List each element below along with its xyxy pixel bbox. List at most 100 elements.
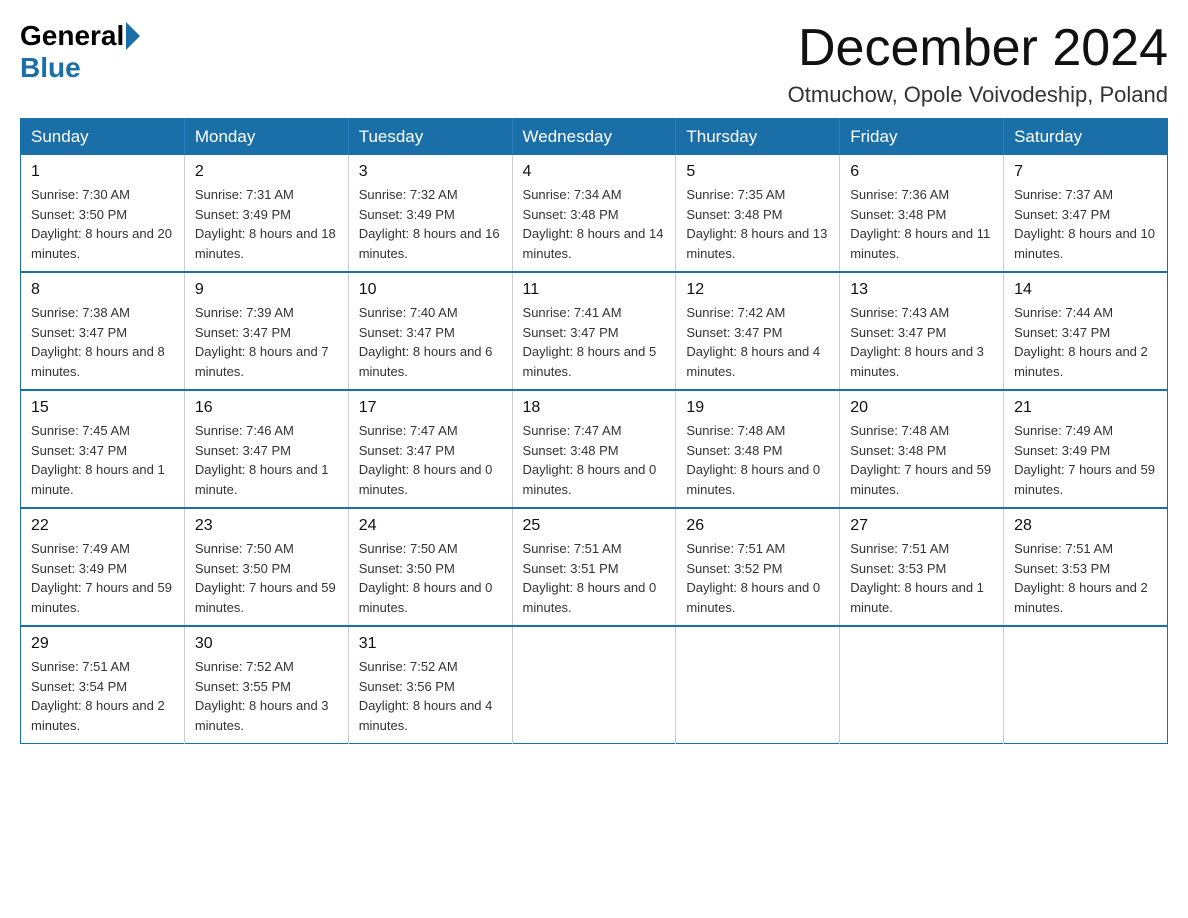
day-number: 20: [850, 399, 993, 417]
calendar-day-cell: 12 Sunrise: 7:42 AM Sunset: 3:47 PM Dayl…: [676, 272, 840, 390]
page-header: General Blue December 2024 Otmuchow, Opo…: [20, 20, 1168, 108]
day-info: Sunrise: 7:38 AM Sunset: 3:47 PM Dayligh…: [31, 303, 174, 381]
calendar-day-cell: 11 Sunrise: 7:41 AM Sunset: 3:47 PM Dayl…: [512, 272, 676, 390]
day-info: Sunrise: 7:42 AM Sunset: 3:47 PM Dayligh…: [686, 303, 829, 381]
day-of-week-header: Sunday: [21, 119, 185, 156]
calendar-header-row: SundayMondayTuesdayWednesdayThursdayFrid…: [21, 119, 1168, 156]
calendar-day-cell: 27 Sunrise: 7:51 AM Sunset: 3:53 PM Dayl…: [840, 508, 1004, 626]
calendar-day-cell: 23 Sunrise: 7:50 AM Sunset: 3:50 PM Dayl…: [184, 508, 348, 626]
day-number: 8: [31, 281, 174, 299]
calendar-day-cell: 19 Sunrise: 7:48 AM Sunset: 3:48 PM Dayl…: [676, 390, 840, 508]
calendar-week-row: 8 Sunrise: 7:38 AM Sunset: 3:47 PM Dayli…: [21, 272, 1168, 390]
day-number: 29: [31, 635, 174, 653]
day-number: 4: [523, 163, 666, 181]
calendar-day-cell: 28 Sunrise: 7:51 AM Sunset: 3:53 PM Dayl…: [1004, 508, 1168, 626]
calendar-day-cell: 10 Sunrise: 7:40 AM Sunset: 3:47 PM Dayl…: [348, 272, 512, 390]
day-info: Sunrise: 7:50 AM Sunset: 3:50 PM Dayligh…: [359, 539, 502, 617]
calendar-day-cell: 3 Sunrise: 7:32 AM Sunset: 3:49 PM Dayli…: [348, 155, 512, 272]
day-number: 18: [523, 399, 666, 417]
day-info: Sunrise: 7:37 AM Sunset: 3:47 PM Dayligh…: [1014, 185, 1157, 263]
day-of-week-header: Tuesday: [348, 119, 512, 156]
calendar-day-cell: 1 Sunrise: 7:30 AM Sunset: 3:50 PM Dayli…: [21, 155, 185, 272]
day-number: 13: [850, 281, 993, 299]
day-number: 27: [850, 517, 993, 535]
day-info: Sunrise: 7:45 AM Sunset: 3:47 PM Dayligh…: [31, 421, 174, 499]
logo: General Blue: [20, 20, 142, 84]
day-number: 1: [31, 163, 174, 181]
day-info: Sunrise: 7:51 AM Sunset: 3:51 PM Dayligh…: [523, 539, 666, 617]
day-number: 7: [1014, 163, 1157, 181]
day-of-week-header: Wednesday: [512, 119, 676, 156]
calendar-day-cell: [512, 626, 676, 744]
calendar-day-cell: 4 Sunrise: 7:34 AM Sunset: 3:48 PM Dayli…: [512, 155, 676, 272]
day-of-week-header: Saturday: [1004, 119, 1168, 156]
calendar-day-cell: 7 Sunrise: 7:37 AM Sunset: 3:47 PM Dayli…: [1004, 155, 1168, 272]
day-number: 5: [686, 163, 829, 181]
day-info: Sunrise: 7:31 AM Sunset: 3:49 PM Dayligh…: [195, 185, 338, 263]
calendar-day-cell: 13 Sunrise: 7:43 AM Sunset: 3:47 PM Dayl…: [840, 272, 1004, 390]
day-info: Sunrise: 7:44 AM Sunset: 3:47 PM Dayligh…: [1014, 303, 1157, 381]
day-info: Sunrise: 7:49 AM Sunset: 3:49 PM Dayligh…: [31, 539, 174, 617]
day-info: Sunrise: 7:39 AM Sunset: 3:47 PM Dayligh…: [195, 303, 338, 381]
day-number: 6: [850, 163, 993, 181]
day-info: Sunrise: 7:50 AM Sunset: 3:50 PM Dayligh…: [195, 539, 338, 617]
calendar-day-cell: 5 Sunrise: 7:35 AM Sunset: 3:48 PM Dayli…: [676, 155, 840, 272]
day-info: Sunrise: 7:47 AM Sunset: 3:48 PM Dayligh…: [523, 421, 666, 499]
day-number: 17: [359, 399, 502, 417]
calendar-day-cell: 6 Sunrise: 7:36 AM Sunset: 3:48 PM Dayli…: [840, 155, 1004, 272]
logo-general-text: General: [20, 20, 124, 52]
day-number: 21: [1014, 399, 1157, 417]
calendar-day-cell: 21 Sunrise: 7:49 AM Sunset: 3:49 PM Dayl…: [1004, 390, 1168, 508]
calendar-week-row: 15 Sunrise: 7:45 AM Sunset: 3:47 PM Dayl…: [21, 390, 1168, 508]
day-info: Sunrise: 7:40 AM Sunset: 3:47 PM Dayligh…: [359, 303, 502, 381]
day-of-week-header: Friday: [840, 119, 1004, 156]
day-of-week-header: Monday: [184, 119, 348, 156]
day-number: 16: [195, 399, 338, 417]
calendar-day-cell: 15 Sunrise: 7:45 AM Sunset: 3:47 PM Dayl…: [21, 390, 185, 508]
day-info: Sunrise: 7:51 AM Sunset: 3:53 PM Dayligh…: [1014, 539, 1157, 617]
day-number: 28: [1014, 517, 1157, 535]
calendar-day-cell: 9 Sunrise: 7:39 AM Sunset: 3:47 PM Dayli…: [184, 272, 348, 390]
calendar-day-cell: 22 Sunrise: 7:49 AM Sunset: 3:49 PM Dayl…: [21, 508, 185, 626]
calendar-day-cell: 8 Sunrise: 7:38 AM Sunset: 3:47 PM Dayli…: [21, 272, 185, 390]
day-number: 30: [195, 635, 338, 653]
day-info: Sunrise: 7:52 AM Sunset: 3:55 PM Dayligh…: [195, 657, 338, 735]
calendar-day-cell: 18 Sunrise: 7:47 AM Sunset: 3:48 PM Dayl…: [512, 390, 676, 508]
month-title: December 2024: [788, 20, 1168, 77]
day-info: Sunrise: 7:30 AM Sunset: 3:50 PM Dayligh…: [31, 185, 174, 263]
calendar-day-cell: 25 Sunrise: 7:51 AM Sunset: 3:51 PM Dayl…: [512, 508, 676, 626]
day-info: Sunrise: 7:36 AM Sunset: 3:48 PM Dayligh…: [850, 185, 993, 263]
day-info: Sunrise: 7:34 AM Sunset: 3:48 PM Dayligh…: [523, 185, 666, 263]
logo-arrow-icon: [126, 22, 140, 50]
day-info: Sunrise: 7:51 AM Sunset: 3:54 PM Dayligh…: [31, 657, 174, 735]
title-section: December 2024 Otmuchow, Opole Voivodeshi…: [788, 20, 1168, 108]
day-info: Sunrise: 7:47 AM Sunset: 3:47 PM Dayligh…: [359, 421, 502, 499]
calendar-week-row: 29 Sunrise: 7:51 AM Sunset: 3:54 PM Dayl…: [21, 626, 1168, 744]
calendar-day-cell: 20 Sunrise: 7:48 AM Sunset: 3:48 PM Dayl…: [840, 390, 1004, 508]
day-of-week-header: Thursday: [676, 119, 840, 156]
day-info: Sunrise: 7:48 AM Sunset: 3:48 PM Dayligh…: [686, 421, 829, 499]
day-number: 11: [523, 281, 666, 299]
day-number: 2: [195, 163, 338, 181]
day-number: 26: [686, 517, 829, 535]
day-number: 9: [195, 281, 338, 299]
day-number: 22: [31, 517, 174, 535]
day-number: 31: [359, 635, 502, 653]
day-info: Sunrise: 7:35 AM Sunset: 3:48 PM Dayligh…: [686, 185, 829, 263]
day-number: 10: [359, 281, 502, 299]
day-info: Sunrise: 7:46 AM Sunset: 3:47 PM Dayligh…: [195, 421, 338, 499]
calendar-day-cell: [1004, 626, 1168, 744]
calendar-day-cell: 30 Sunrise: 7:52 AM Sunset: 3:55 PM Dayl…: [184, 626, 348, 744]
calendar-day-cell: 17 Sunrise: 7:47 AM Sunset: 3:47 PM Dayl…: [348, 390, 512, 508]
calendar-day-cell: 14 Sunrise: 7:44 AM Sunset: 3:47 PM Dayl…: [1004, 272, 1168, 390]
day-info: Sunrise: 7:48 AM Sunset: 3:48 PM Dayligh…: [850, 421, 993, 499]
day-number: 24: [359, 517, 502, 535]
calendar-day-cell: 31 Sunrise: 7:52 AM Sunset: 3:56 PM Dayl…: [348, 626, 512, 744]
day-info: Sunrise: 7:43 AM Sunset: 3:47 PM Dayligh…: [850, 303, 993, 381]
day-info: Sunrise: 7:49 AM Sunset: 3:49 PM Dayligh…: [1014, 421, 1157, 499]
calendar-day-cell: 26 Sunrise: 7:51 AM Sunset: 3:52 PM Dayl…: [676, 508, 840, 626]
calendar-week-row: 1 Sunrise: 7:30 AM Sunset: 3:50 PM Dayli…: [21, 155, 1168, 272]
day-number: 19: [686, 399, 829, 417]
day-number: 14: [1014, 281, 1157, 299]
calendar-week-row: 22 Sunrise: 7:49 AM Sunset: 3:49 PM Dayl…: [21, 508, 1168, 626]
